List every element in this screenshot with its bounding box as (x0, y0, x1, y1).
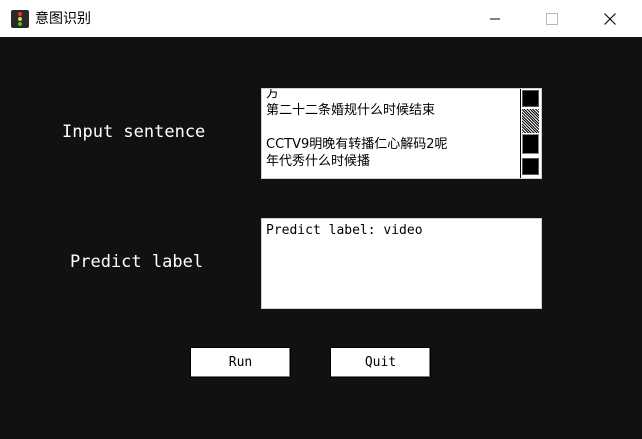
input-line: 年代秀什么时候播 (266, 154, 371, 169)
maximize-button[interactable] (529, 0, 575, 37)
input-sentence-label: Input sentence (62, 122, 206, 142)
run-button[interactable]: Run (190, 347, 291, 378)
input-line: 方 (266, 88, 280, 101)
scroll-track[interactable] (522, 109, 539, 133)
vertical-scrollbar[interactable] (520, 89, 541, 178)
predict-output-text: Predict label: video (266, 223, 423, 238)
window-title: 意图识别 (35, 11, 91, 27)
predict-label-label: Predict label (70, 252, 204, 272)
input-line: CCTV9明晚有转播仁心解码2呢 (266, 137, 448, 152)
input-line (266, 119, 518, 136)
maximize-icon (546, 12, 558, 25)
input-line: 第二十二条婚规什么时候结束 (266, 103, 436, 118)
minimize-button[interactable] (472, 0, 518, 37)
predict-output-textarea[interactable]: Predict label: video (261, 218, 542, 309)
quit-button[interactable]: Quit (330, 347, 431, 378)
title-bar[interactable]: 意图识别 (0, 0, 642, 37)
input-sentence-textarea[interactable]: 方第二十二条婚规什么时候结束 CCTV9明晚有转播仁心解码2呢 年代秀什么时候播 (261, 88, 542, 179)
close-icon (604, 12, 616, 25)
close-button[interactable] (587, 0, 633, 37)
scroll-up-button[interactable] (522, 90, 539, 107)
main-panel: Input sentence 方第二十二条婚规什么时候结束 CCTV9明晚有转播仁… (0, 37, 642, 439)
scroll-thumb[interactable] (522, 134, 539, 154)
scroll-down-button[interactable] (522, 158, 539, 175)
input-text-content: 方第二十二条婚规什么时候结束 CCTV9明晚有转播仁心解码2呢 年代秀什么时候播 (266, 88, 518, 170)
traffic-light-icon (11, 10, 29, 28)
app-window: 意图识别 Input sentence 方第二十二条婚规什么时候结束 CCTV9明… (0, 0, 642, 439)
minimize-icon (490, 18, 500, 19)
